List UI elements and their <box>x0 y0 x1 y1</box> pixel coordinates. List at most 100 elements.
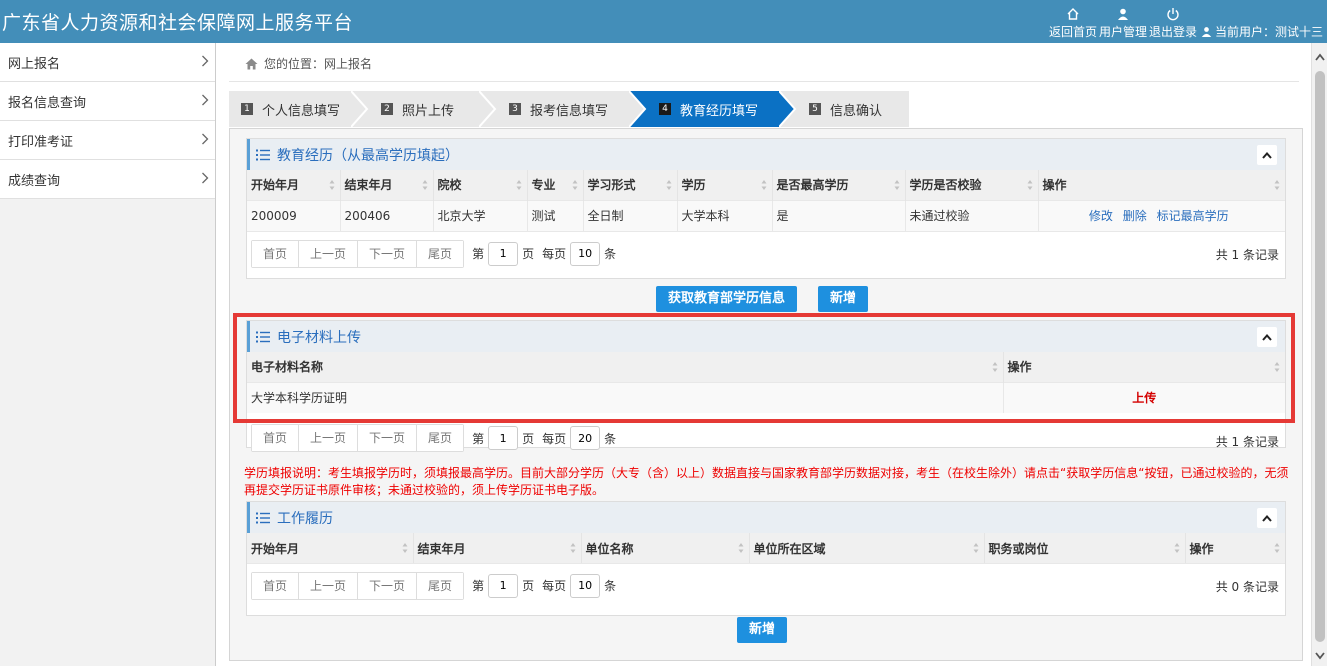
panel-header: 教育经历（从最高学历填起） <box>247 139 1285 170</box>
chevron-right-icon <box>202 172 209 184</box>
last-page-button[interactable]: 尾页 <box>417 572 464 599</box>
step-number: 4 <box>659 103 671 115</box>
collapse-button[interactable] <box>1257 327 1277 347</box>
page-unit: 页 <box>522 431 535 446</box>
current-user-label: 当前用户：测试十三 <box>1215 25 1324 39</box>
col-header[interactable]: 开始年月 <box>247 533 414 563</box>
step-arrow <box>479 91 497 127</box>
sidebar-item-print-ticket[interactable]: 打印准考证 <box>0 121 215 160</box>
divider <box>229 81 1299 82</box>
sort-icon <box>1274 362 1280 372</box>
cell: 大学本科 <box>677 199 773 231</box>
scroll-up-icon[interactable] <box>1315 53 1325 61</box>
scroll-thumb[interactable] <box>1315 71 1325 642</box>
sort-icon <box>572 180 577 190</box>
first-page-button[interactable]: 首页 <box>252 240 300 267</box>
col-header[interactable]: 操作 <box>1003 352 1285 382</box>
chevron-right-icon <box>202 55 209 67</box>
per-label: 每页 <box>542 579 567 593</box>
page-input[interactable] <box>488 573 519 598</box>
table-row: 200009 200406 北京大学 测试 全日制 大学本科 是 未通过校验 修… <box>247 199 1285 231</box>
sidebar-item-query[interactable]: 报名信息查询 <box>0 82 215 121</box>
chevron-up-icon <box>1262 151 1272 159</box>
step-personal-info[interactable]: 1 个人信息填写 <box>229 91 369 127</box>
logout-link[interactable]: 退出登录 <box>1149 7 1197 40</box>
step-arrow <box>629 91 647 127</box>
last-page-button[interactable]: 尾页 <box>417 425 464 451</box>
col-header[interactable]: 结束年月 <box>413 533 582 563</box>
add-education-button[interactable]: 新增 <box>818 286 869 312</box>
sidebar-item-scores[interactable]: 成绩查询 <box>0 160 215 199</box>
col-header[interactable]: 专业 <box>527 170 584 200</box>
col-header[interactable]: 结束年月 <box>340 170 434 200</box>
breadcrumb: 您的位置：网上报名 <box>245 55 372 72</box>
col-header[interactable]: 职务或岗位 <box>984 533 1186 563</box>
add-work-button[interactable]: 新增 <box>737 617 788 643</box>
per-page-input[interactable] <box>570 241 601 266</box>
per-label: 每页 <box>542 431 567 446</box>
list-icon <box>256 149 270 160</box>
step-label: 报考信息填写 <box>530 103 609 119</box>
col-header[interactable]: 学历是否校验 <box>905 170 1039 200</box>
per-unit: 条 <box>604 579 617 593</box>
home-link[interactable]: 返回首页 <box>1049 7 1097 40</box>
col-header[interactable]: 单位所在区域 <box>749 533 985 563</box>
scroll-down-icon[interactable] <box>1315 652 1325 660</box>
prev-page-button[interactable]: 上一页 <box>299 425 359 451</box>
per-page-input[interactable] <box>570 426 601 450</box>
sort-icon <box>992 362 997 372</box>
cell: 200406 <box>340 199 434 231</box>
next-page-button[interactable]: 下一页 <box>358 425 418 451</box>
col-header[interactable]: 电子材料名称 <box>247 352 1004 382</box>
upload-link[interactable]: 上传 <box>1132 391 1156 405</box>
user-manage-link[interactable]: 用户管理 <box>1099 7 1147 40</box>
first-page-button[interactable]: 首页 <box>252 572 300 599</box>
prev-page-button[interactable]: 上一页 <box>299 572 359 599</box>
pager-buttons: 首页 上一页 下一页 尾页 <box>251 239 465 268</box>
step-education[interactable]: 4 教育经历填写 <box>629 91 797 127</box>
col-header[interactable]: 学历 <box>677 170 773 200</box>
col-header[interactable]: 学习形式 <box>583 170 678 200</box>
site-title: 广东省人力资源和社会保障网上服务平台 <box>2 12 354 34</box>
pager-buttons: 首页 上一页 下一页 尾页 <box>251 424 465 452</box>
col-header[interactable]: 单位名称 <box>581 533 750 563</box>
header-nav: 返回首页 用户管理 退出登录 当前用户：测试十三 <box>1047 6 1327 40</box>
col-header[interactable]: 操作 <box>1185 533 1285 563</box>
col-header[interactable]: 院校 <box>433 170 528 200</box>
table-row: 大学本科学历证明 上传 <box>247 381 1285 413</box>
step-photo-upload[interactable]: 2 照片上传 <box>351 91 497 127</box>
col-header[interactable]: 操作 <box>1038 170 1285 200</box>
sort-icon <box>1174 543 1179 553</box>
record-total: 共 1 条记录 <box>1215 435 1279 449</box>
sort-icon <box>570 543 575 553</box>
prev-page-button[interactable]: 上一页 <box>299 240 359 267</box>
materials-table: 电子材料名称 操作 大学本科学历证明 上传 <box>247 352 1285 413</box>
page-input[interactable] <box>488 241 519 266</box>
col-header[interactable]: 开始年月 <box>247 170 341 200</box>
vertical-scrollbar[interactable] <box>1311 43 1327 666</box>
sidebar: 网上报名 报名信息查询 打印准考证 成绩查询 <box>0 43 216 666</box>
next-page-button[interactable]: 下一页 <box>358 572 418 599</box>
fetch-degree-button[interactable]: 获取教育部学历信息 <box>656 286 798 312</box>
step-confirm[interactable]: 5 信息确认 <box>779 91 909 127</box>
page-input[interactable] <box>488 426 519 450</box>
mark-highest-link[interactable]: 标记最高学历 <box>1157 209 1229 223</box>
next-page-button[interactable]: 下一页 <box>358 240 418 267</box>
sidebar-item-register[interactable]: 网上报名 <box>0 43 215 82</box>
step-number: 5 <box>809 103 821 115</box>
col-header[interactable]: 是否最高学历 <box>772 170 906 200</box>
collapse-button[interactable] <box>1257 145 1277 165</box>
last-page-button[interactable]: 尾页 <box>417 240 464 267</box>
panel-header: 电子材料上传 <box>247 321 1285 352</box>
first-page-button[interactable]: 首页 <box>252 425 300 451</box>
chevron-up-icon <box>1262 514 1272 522</box>
step-exam-info[interactable]: 3 报考信息填写 <box>479 91 647 127</box>
collapse-button[interactable] <box>1257 508 1277 528</box>
edit-link[interactable]: 修改 <box>1089 209 1113 223</box>
pager: 首页 上一页 下一页 尾页 第 页 每页 条 共 0 条记录 <box>247 563 1285 607</box>
user-manage-label: 用户管理 <box>1098 25 1147 39</box>
chevron-right-icon <box>202 133 209 145</box>
delete-link[interactable]: 删除 <box>1123 209 1147 223</box>
per-page-input[interactable] <box>570 573 601 598</box>
cell: 北京大学 <box>433 199 528 231</box>
